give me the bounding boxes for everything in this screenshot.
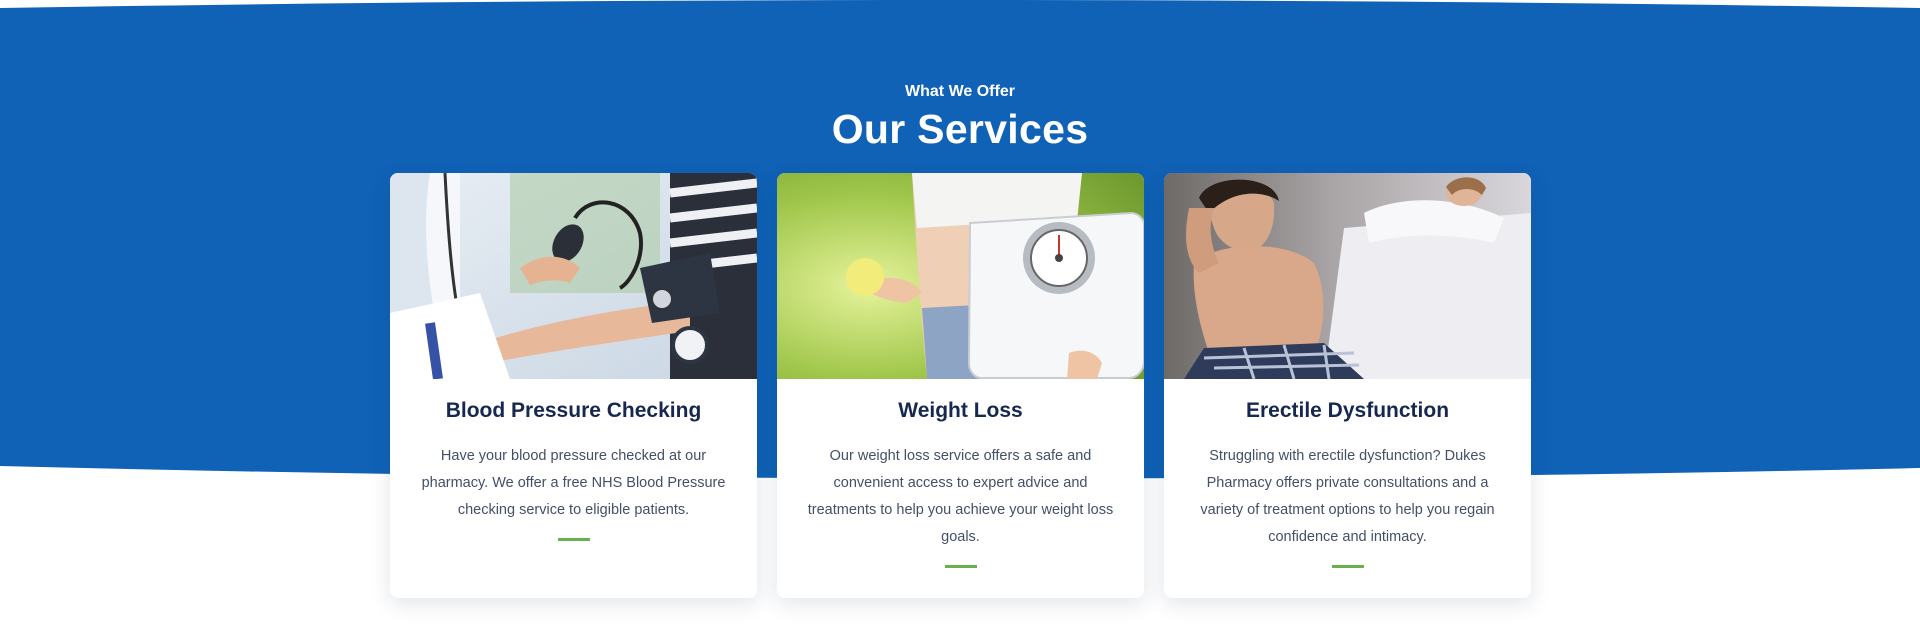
section-eyebrow: What We Offer	[905, 83, 1015, 100]
section-title: Our Services	[831, 106, 1089, 152]
accent-line	[1331, 565, 1364, 568]
section-heading: What We Offer Our Services	[0, 82, 1920, 152]
service-card-weight-loss[interactable]: Weight Loss Our weight loss service offe…	[777, 173, 1144, 598]
service-cards: Blood Pressure Checking Have your blood …	[390, 173, 1531, 598]
service-description: Struggling with erectile dysfunction? Du…	[1200, 448, 1495, 545]
service-card-erectile-dysfunction[interactable]: Erectile Dysfunction Struggling with ere…	[1164, 173, 1531, 598]
service-title: Weight Loss	[898, 399, 1023, 422]
service-description: Our weight loss service offers a safe an…	[807, 448, 1114, 545]
service-card-blood-pressure[interactable]: Blood Pressure Checking Have your blood …	[390, 173, 757, 598]
blood-pressure-image	[390, 173, 757, 379]
weight-loss-image	[777, 173, 1144, 379]
erectile-dysfunction-image	[1164, 173, 1531, 379]
accent-line	[944, 565, 977, 568]
accent-line	[557, 538, 590, 541]
service-title: Blood Pressure Checking	[445, 399, 702, 422]
services-section: What We Offer Our Services Blood Pressur…	[0, 0, 1920, 633]
service-title: Erectile Dysfunction	[1245, 399, 1450, 422]
service-description: Have your blood pressure checked at our …	[421, 448, 726, 518]
